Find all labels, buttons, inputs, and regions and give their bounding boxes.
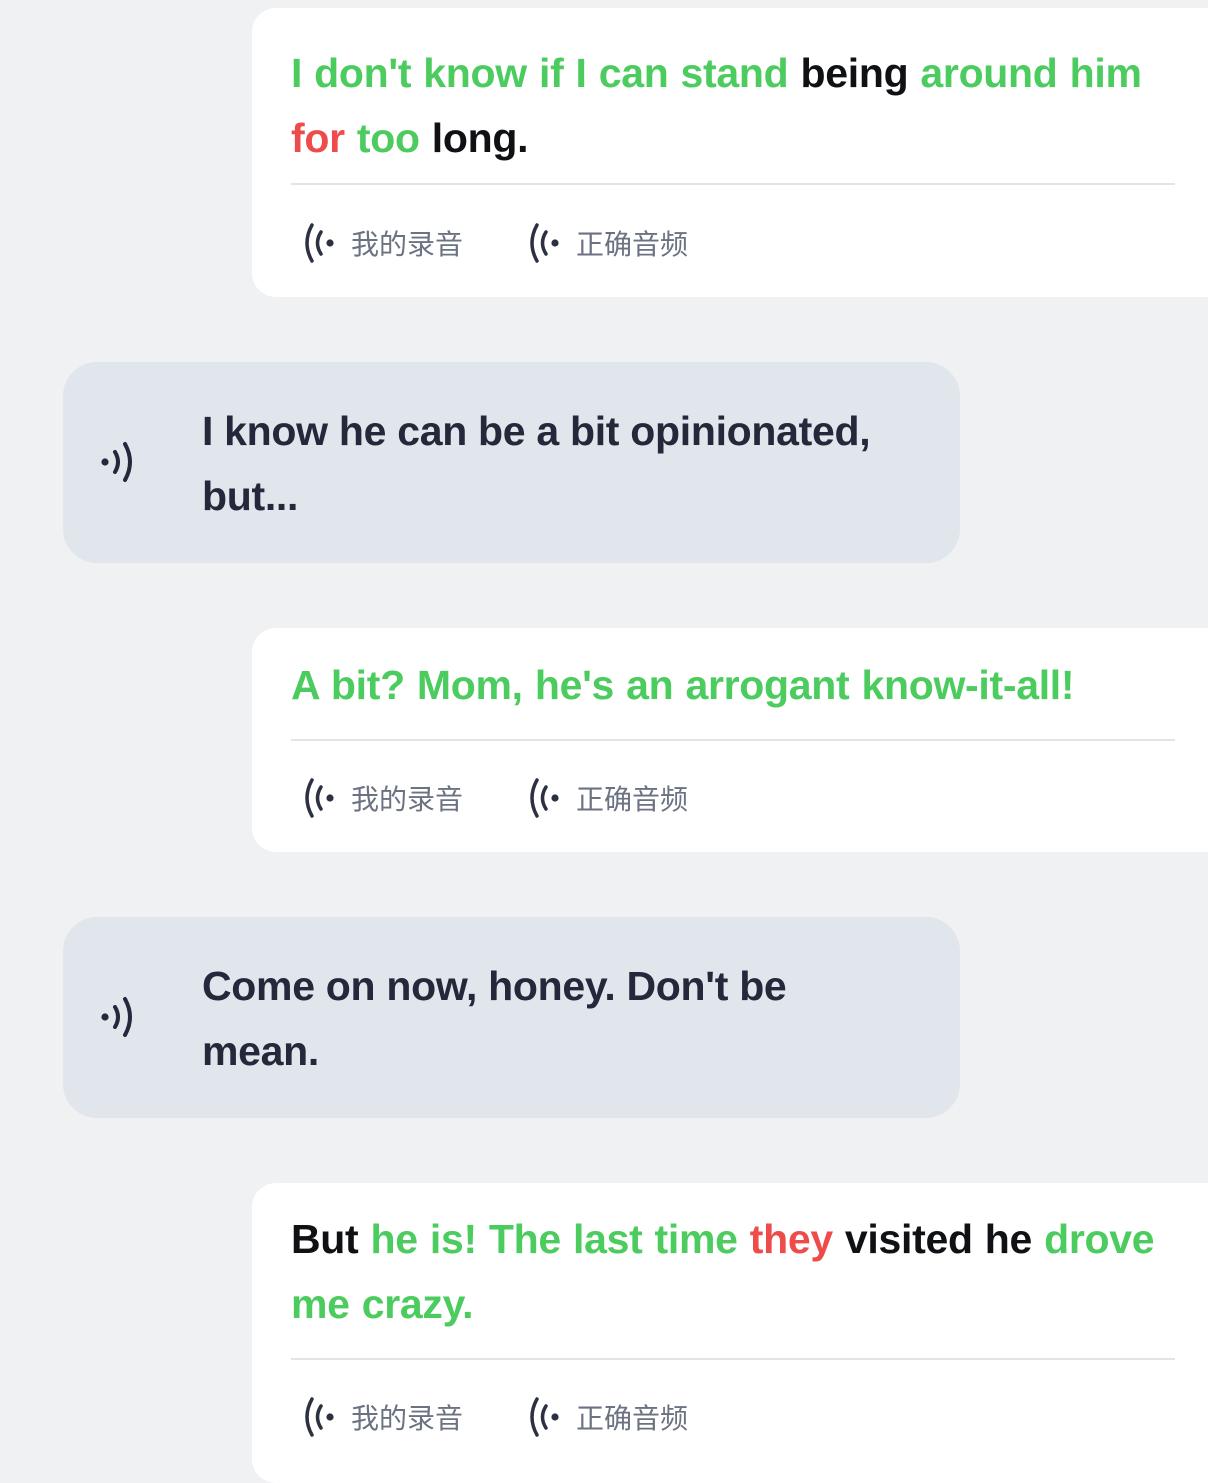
audio-wave-icon — [305, 1397, 334, 1437]
correct-audio-label: 正确音频 — [576, 783, 689, 816]
my-recording-label: 我的录音 — [351, 228, 464, 261]
user-message-card: A bit? Mom, he's an arrogant know-it-all… — [252, 628, 1208, 852]
audio-wave-icon — [305, 778, 334, 818]
correct-audio-button[interactable]: 正确音频 — [525, 1395, 688, 1439]
user-sentence: A bit? Mom, he's an arrogant know-it-all… — [291, 653, 1175, 718]
word-correct: too — [356, 115, 420, 161]
audio-wave-icon — [530, 778, 559, 818]
word-correct: he is! The last time — [370, 1216, 738, 1262]
word-incorrect: for — [291, 115, 345, 161]
bot-message-card: I know he can be a bit opinionated, but.… — [63, 362, 960, 563]
my-recording-button[interactable]: 我的录音 — [300, 1395, 463, 1439]
audio-wave-icon — [530, 1397, 559, 1437]
word-correct: A bit? Mom, he's an arrogant know-it-all… — [291, 662, 1075, 708]
divider — [291, 1358, 1175, 1360]
word-neutral: But — [291, 1216, 359, 1262]
audio-actions: 我的录音 正确音频 — [300, 776, 750, 820]
user-message-card: I don't know if I can stand being around… — [252, 8, 1208, 297]
bot-message-card: Come on now, honey. Don't be mean. — [63, 917, 960, 1118]
correct-audio-label: 正确音频 — [576, 228, 689, 261]
audio-actions: 我的录音 正确音频 — [300, 1395, 750, 1439]
correct-audio-button[interactable]: 正确音频 — [525, 776, 688, 820]
word-neutral: visited he — [844, 1216, 1033, 1262]
my-recording-label: 我的录音 — [351, 1402, 464, 1435]
speaker-icon[interactable] — [99, 991, 141, 1043]
word-neutral: being — [800, 50, 909, 96]
divider — [291, 739, 1175, 741]
speaker-icon[interactable] — [99, 436, 141, 488]
bot-message-text: Come on now, honey. Don't be mean. — [202, 963, 787, 1074]
audio-wave-icon — [305, 223, 334, 263]
correct-audio-button[interactable]: 正确音频 — [525, 221, 688, 265]
word-incorrect: they — [749, 1216, 833, 1262]
my-recording-label: 我的录音 — [351, 783, 464, 816]
correct-audio-label: 正确音频 — [576, 1402, 689, 1435]
audio-wave-icon — [530, 223, 559, 263]
my-recording-button[interactable]: 我的录音 — [300, 776, 463, 820]
word-correct: around him — [920, 50, 1142, 96]
user-sentence: But he is! The last time they visited he… — [291, 1207, 1175, 1337]
word-neutral: long. — [431, 115, 529, 161]
audio-actions: 我的录音 正确音频 — [300, 221, 750, 265]
divider — [291, 183, 1175, 185]
user-message-card: But he is! The last time they visited he… — [252, 1183, 1208, 1483]
user-sentence: I don't know if I can stand being around… — [291, 41, 1175, 171]
bot-message-text: I know he can be a bit opinionated, but.… — [202, 408, 871, 519]
my-recording-button[interactable]: 我的录音 — [300, 221, 463, 265]
word-correct: I don't know if I can stand — [291, 50, 789, 96]
